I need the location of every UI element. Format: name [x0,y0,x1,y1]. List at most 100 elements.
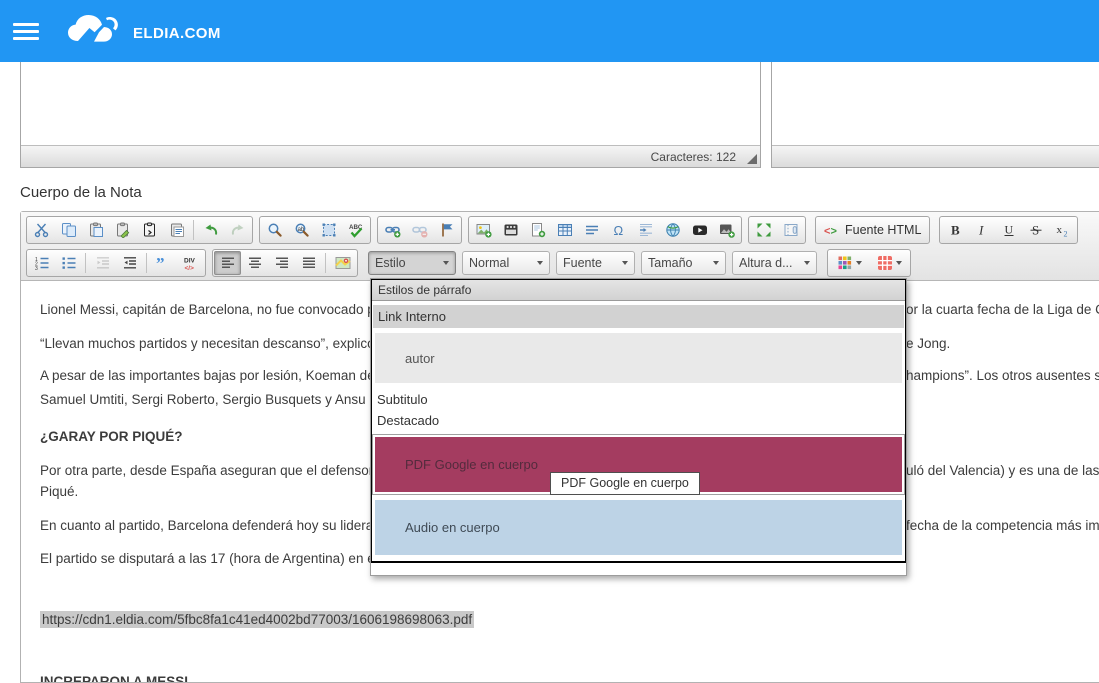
style-option[interactable]: Audio en cuerpo [375,500,902,555]
character-count-bar: Caracteres: 122 [21,145,760,167]
font-select-label: Fuente [563,256,602,270]
blockquote-button[interactable]: ” [150,251,177,275]
slideshow-button[interactable] [713,218,740,242]
table-button[interactable] [551,218,578,242]
subscript-icon: x2 [1055,222,1071,238]
table-color-button[interactable] [869,251,909,275]
text-color-button[interactable] [829,251,869,275]
underline-button[interactable]: U [995,218,1022,242]
svg-text:U: U [1004,222,1013,236]
font-select[interactable]: Fuente [556,251,635,275]
numbered-list-icon: 123 [34,255,50,271]
copy-button[interactable] [55,218,82,242]
page-add-button[interactable] [524,218,551,242]
source-button-label: Fuente HTML [845,223,921,237]
body-line-left: En cuanto al partido, Barcelona defender… [40,518,380,533]
style-select[interactable]: Estilo [368,251,456,275]
horizontal-rule-icon [584,222,600,238]
redo-icon [230,222,246,238]
line-height-select[interactable]: Altura d... [732,251,817,275]
slideshow-icon [719,222,735,238]
style-option-tooltip: PDF Google en cuerpo [550,472,700,495]
youtube-icon [692,222,708,238]
undo-button[interactable] [197,218,224,242]
special-char-button[interactable]: Ω [605,218,632,242]
google-map-button[interactable] [329,251,356,275]
align-left-button[interactable] [214,251,241,275]
resize-grip-icon[interactable] [747,154,757,164]
table-color-icon [877,255,893,271]
replace-button[interactable]: ab [288,218,315,242]
size-select[interactable]: Tamaño [641,251,726,275]
globe-icon [665,222,681,238]
unlink-button [406,218,433,242]
spellcheck-button[interactable]: ABC [342,218,369,242]
style-option[interactable]: Destacado [372,410,905,431]
secondary-editor-area[interactable] [772,62,1099,145]
title-editor-area[interactable] [21,62,760,145]
secondary-status-bar [772,145,1099,167]
toolbar-separator [325,253,326,273]
iframe-button[interactable] [659,218,686,242]
numbered-list-button[interactable]: 123 [28,251,55,275]
size-select-label: Tamaño [648,256,692,270]
style-option[interactable]: autor [375,333,902,383]
paste-word-button[interactable] [163,218,190,242]
strikethrough-button[interactable]: S [1022,218,1049,242]
style-option[interactable]: Subtitulo [372,389,905,410]
svg-text:Ω: Ω [613,223,623,238]
anchor-button[interactable] [433,218,460,242]
bold-button[interactable]: B [941,218,968,242]
anchor-icon [439,222,455,238]
body-line-left: “Llevan muchos partidos y necesitan desc… [40,336,375,351]
link-icon [385,222,401,238]
special-char-icon: Ω [611,222,627,238]
title-editor-panel: Caracteres: 122 [20,62,761,168]
body-line: INCREPARON A MESSI [40,673,1099,682]
svg-text:3: 3 [35,265,38,270]
format-select-label: Normal [469,256,509,270]
horizontal-rule-button[interactable] [578,218,605,242]
bulleted-list-button[interactable] [55,251,82,275]
source-button[interactable]: <>Fuente HTML [815,216,930,244]
italic-button[interactable]: I [968,218,995,242]
align-justify-button[interactable] [295,251,322,275]
paste-button[interactable] [82,218,109,242]
media-button[interactable] [497,218,524,242]
body-line-left: ¿GARAY POR PIQUÉ? [40,429,183,444]
align-center-button[interactable] [241,251,268,275]
italic-icon: I [974,222,990,238]
link-button[interactable] [379,218,406,242]
align-right-icon [274,255,290,271]
toolbar-row-2: 123 ”DIV</> Estilo Normal Fuente Tamaño Altura… [23,246,1099,279]
indent-button[interactable] [116,251,143,275]
svg-text:I: I [978,222,984,237]
paste-text-button[interactable] [109,218,136,242]
replace-icon: ab [294,222,310,238]
youtube-button[interactable] [686,218,713,242]
find-button[interactable] [261,218,288,242]
unlink-icon [412,222,428,238]
show-blocks-button[interactable] [777,218,804,242]
image-button[interactable] [470,218,497,242]
svg-text:</>: </> [184,265,194,271]
undo-icon [203,222,219,238]
cut-button[interactable] [28,218,55,242]
maximize-button[interactable] [750,218,777,242]
align-justify-icon [301,255,317,271]
image-icon [476,222,492,238]
page-break-button[interactable] [632,218,659,242]
align-right-button[interactable] [268,251,295,275]
subscript-button[interactable]: x2 [1049,218,1076,242]
paste-template-button[interactable] [136,218,163,242]
div-container-button[interactable]: DIV</> [177,251,204,275]
toolbar-group [212,249,358,277]
hamburger-menu-icon[interactable] [13,23,39,41]
body-line-right: fecha de la competencia más imp [906,517,1099,534]
style-option[interactable]: Link Interno [373,305,904,328]
bold-icon: B [947,222,963,238]
select-all-button[interactable] [315,218,342,242]
selected-pdf-url: https://cdn1.eldia.com/5fbc8fa1c41ed4002… [40,611,1099,628]
toolbar-group [748,216,806,244]
format-select[interactable]: Normal [462,251,550,275]
